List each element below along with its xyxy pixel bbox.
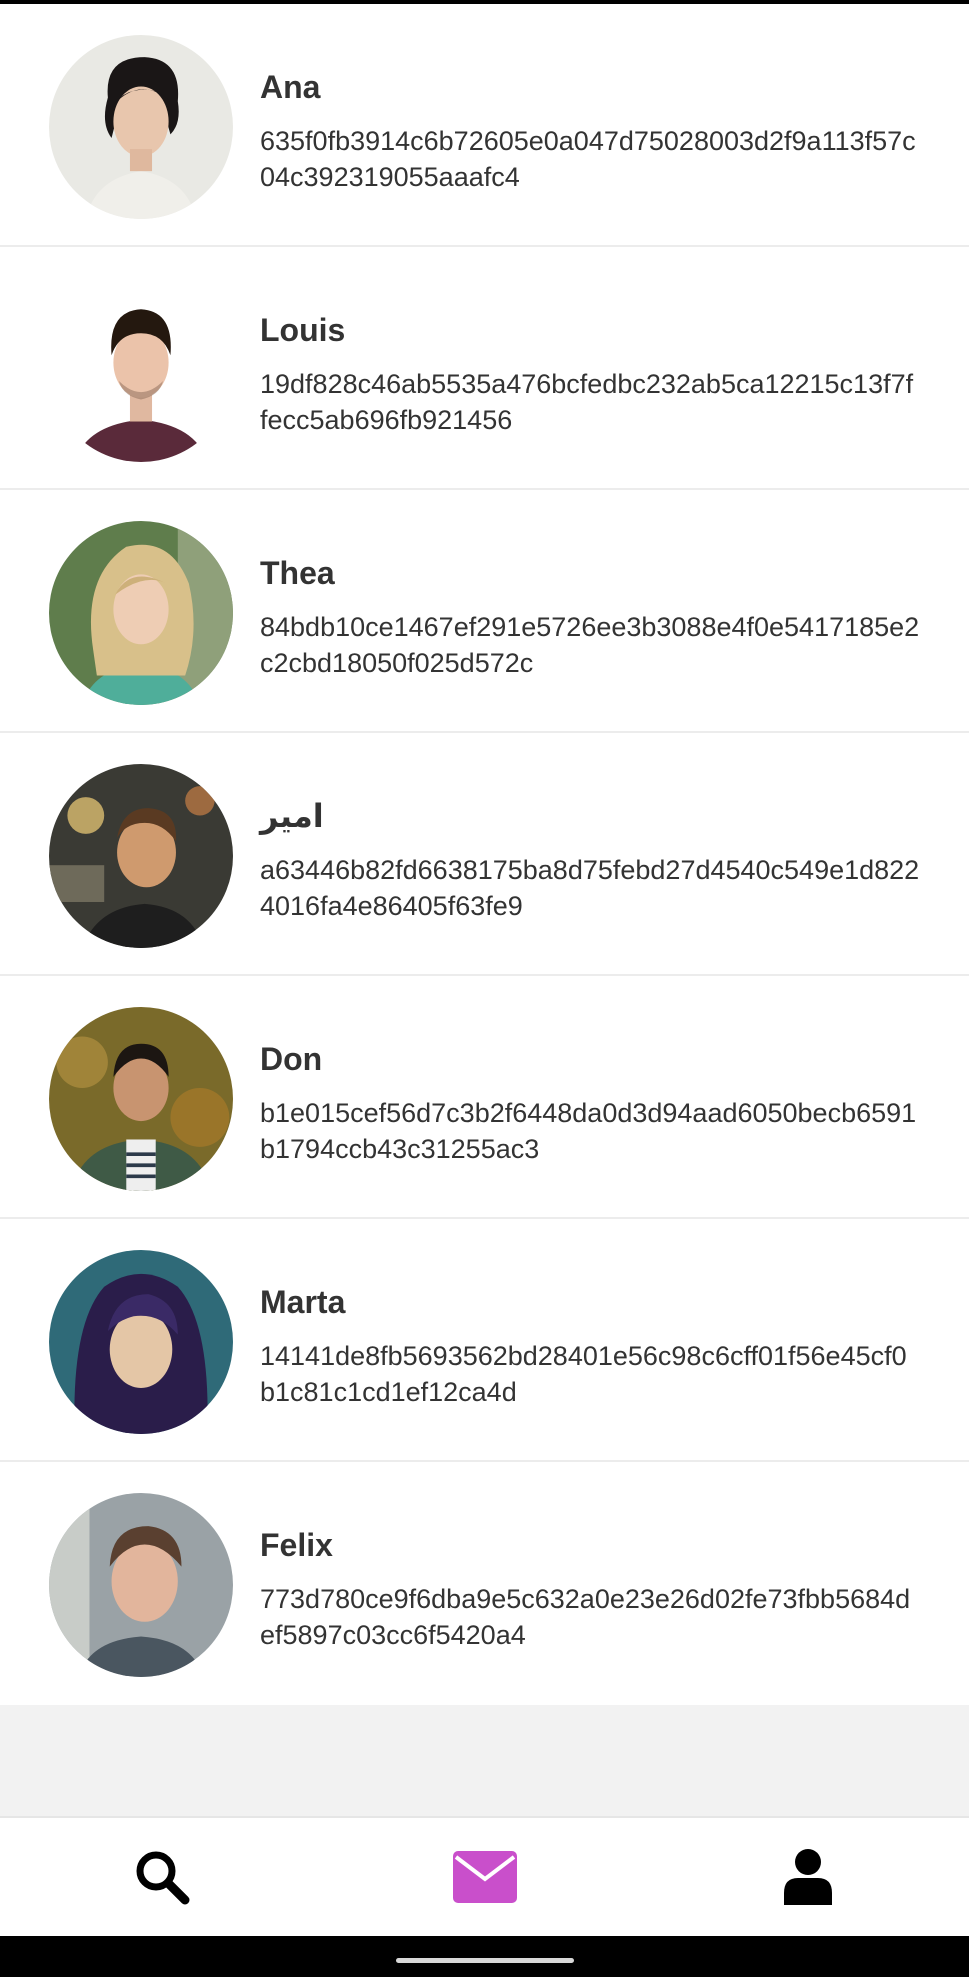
nav-search-button[interactable] [0, 1818, 323, 1936]
contact-key: 773d780ce9f6dba9e5c632a0e23e26d02fe73fbb… [260, 1584, 911, 1650]
contact-key: 14141de8fb5693562bd28401e56c98c6cff01f56… [260, 1341, 907, 1407]
nav-messages-button[interactable] [323, 1818, 646, 1936]
contact-row-thea[interactable]: Thea 84bdb10ce1467ef291e5726ee3b3088e4f0… [0, 490, 969, 733]
avatar [49, 278, 233, 462]
search-icon [136, 1851, 189, 1905]
contact-row-felix[interactable]: Felix 773d780ce9f6dba9e5c632a0e23e26d02f… [0, 1462, 969, 1705]
avatar [49, 1007, 233, 1191]
contact-row-amir[interactable]: امیر a63446b82fd6638175ba8d75febd27d4540… [0, 733, 969, 976]
contact-row-louis[interactable]: Louis 19df828c46ab5535a476bcfedbc232ab5c… [0, 247, 969, 490]
envelope-icon [452, 1851, 517, 1903]
contact-key: 84bdb10ce1467ef291e5726ee3b3088e4f0e5417… [260, 612, 920, 678]
home-indicator[interactable] [396, 1958, 574, 1963]
contact-name: Ana [260, 69, 321, 105]
nav-profile-button[interactable] [646, 1818, 969, 1936]
user-icon [783, 1849, 832, 1905]
system-navigation-bar [0, 1936, 969, 1977]
bottom-nav [0, 1816, 969, 1936]
contact-key: a63446b82fd6638175ba8d75febd27d4540c549e… [260, 855, 920, 921]
contact-key: 635f0fb3914c6b72605e0a047d75028003d2f9a1… [260, 126, 916, 192]
avatar [49, 521, 233, 705]
avatar [49, 764, 233, 948]
contact-list: Ana 635f0fb3914c6b72605e0a047d75028003d2… [0, 4, 969, 1705]
contact-row-marta[interactable]: Marta 14141de8fb5693562bd28401e56c98c6cf… [0, 1219, 969, 1462]
contact-name: Marta [260, 1284, 346, 1320]
avatar [49, 35, 233, 219]
contact-name: Don [260, 1041, 323, 1077]
contact-row-don[interactable]: Don b1e015cef56d7c3b2f6448da0d3d94aad605… [0, 976, 969, 1219]
contact-name: Thea [260, 555, 335, 591]
contact-key: b1e015cef56d7c3b2f6448da0d3d94aad6050bec… [260, 1098, 917, 1164]
contact-name: Felix [260, 1527, 333, 1563]
avatar [49, 1250, 233, 1434]
contact-row-ana[interactable]: Ana 635f0fb3914c6b72605e0a047d75028003d2… [0, 4, 969, 247]
contact-name: Louis [260, 312, 346, 348]
avatar [49, 1493, 233, 1677]
contact-key: 19df828c46ab5535a476bcfedbc232ab5ca12215… [260, 369, 914, 435]
contact-name: امیر [260, 798, 324, 834]
